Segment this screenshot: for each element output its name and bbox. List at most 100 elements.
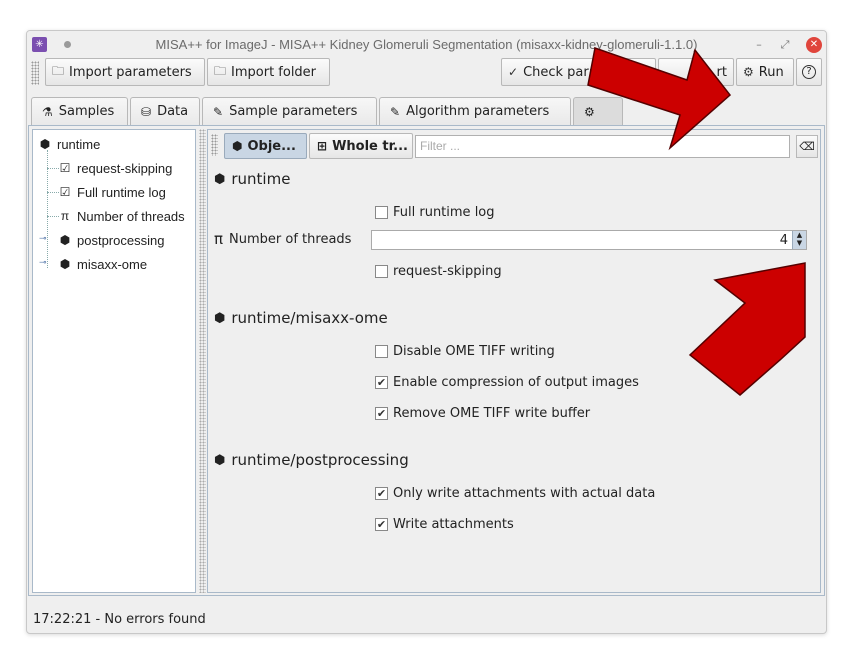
disable-ome-tiff-checkbox[interactable]: Disable OME TIFF writing [375, 341, 555, 361]
tab-sample-parameters[interactable]: ✎ Sample parameters [202, 97, 377, 125]
folder-icon: 🗀 [52, 63, 65, 78]
tab-samples-label: Samples [58, 104, 115, 119]
tree-item-request-skipping[interactable]: ☑ request-skipping [57, 157, 173, 179]
tab-data-label: Data [157, 104, 189, 119]
checkbox-label: Write attachments [393, 516, 514, 532]
checkbox-box[interactable] [375, 344, 388, 358]
number-of-threads-label: π Number of threads [214, 229, 351, 249]
cube-icon: ⬢ [232, 139, 243, 153]
expand-postprocessing-icon[interactable]: ⊸ [39, 234, 47, 244]
maximize-button[interactable]: ⤢ [777, 37, 793, 53]
tab-samples[interactable]: ⚗ Samples [31, 97, 128, 125]
backspace-icon: ⌫ [799, 140, 815, 153]
minimize-button[interactable]: – [751, 37, 767, 53]
param-label-text: Number of threads [229, 231, 352, 247]
checkbox-label: request-skipping [393, 263, 502, 279]
whole-tree-label: Whole tr... [332, 138, 408, 154]
full-runtime-log-checkbox[interactable]: Full runtime log [375, 202, 495, 222]
pencil-icon: ✎ [213, 104, 224, 119]
checkbox-label: Only write attachments with actual data [393, 485, 656, 501]
cube-icon: ⬢ [59, 257, 71, 271]
checkbox-box[interactable] [375, 264, 388, 278]
tree-item-misaxx-ome[interactable]: ⬢ misaxx-ome [57, 253, 147, 275]
tab-algorithm-parameters-label: Algorithm parameters [406, 104, 550, 119]
toolbar-grip[interactable] [31, 61, 39, 85]
tree-item-label: misaxx-ome [77, 256, 148, 272]
clear-filter-button[interactable]: ⌫ [796, 135, 818, 158]
checkbox-label: Enable compression of output images [393, 374, 639, 390]
check-icon: ✓ [508, 65, 519, 79]
cube-icon: ⬢ [214, 310, 226, 326]
checkbox-box[interactable]: ✔ [375, 486, 388, 500]
pencil-icon: ✎ [390, 104, 401, 119]
tab-sample-parameters-label: Sample parameters [229, 104, 358, 119]
tree-item-label: Full runtime log [77, 184, 166, 200]
spinner-value: 4 [779, 233, 788, 248]
help-icon: ? [802, 65, 816, 79]
checkbox-icon: ☑ [59, 161, 71, 175]
checkbox-box[interactable] [375, 205, 388, 219]
tab-data[interactable]: ⛁ Data [130, 97, 200, 125]
request-skipping-checkbox[interactable]: request-skipping [375, 261, 502, 281]
import-folder-label: Import folder [231, 64, 317, 80]
import-parameters-label: Import parameters [69, 64, 192, 80]
section-title: runtime [231, 170, 291, 188]
section-title: runtime/misaxx-ome [231, 309, 388, 327]
run-label: Run [758, 64, 784, 80]
tab-algorithm-parameters[interactable]: ✎ Algorithm parameters [379, 97, 571, 125]
folder-icon: 🗀 [214, 63, 227, 78]
run-button[interactable]: ⚙ Run [736, 58, 794, 86]
editor-toolbar-grip[interactable] [211, 134, 218, 156]
checkbox-box[interactable]: ✔ [375, 406, 388, 420]
close-button[interactable]: ✕ [806, 37, 822, 53]
objects-view-label: Obje... [247, 138, 296, 154]
database-icon: ⛁ [141, 104, 152, 119]
arrow-shape [688, 262, 806, 396]
import-parameters-button[interactable]: 🗀 Import parameters [45, 58, 205, 86]
cube-icon: ⬢ [59, 233, 71, 247]
arrow-shape [587, 47, 732, 151]
gear-icon: ⚙ [743, 65, 754, 79]
remove-write-buffer-checkbox[interactable]: ✔ Remove OME TIFF write buffer [375, 403, 590, 423]
section-misaxx-ome-heading: ⬢ runtime/misaxx-ome [214, 307, 388, 329]
help-button[interactable]: ? [796, 58, 822, 86]
splitter[interactable] [199, 129, 206, 593]
section-postprocessing-heading: ⬢ runtime/postprocessing [214, 449, 409, 471]
checkbox-box[interactable]: ✔ [375, 375, 388, 389]
tree-item-postprocessing[interactable]: ⬢ postprocessing [57, 229, 165, 251]
whole-tree-toggle[interactable]: ⊞ Whole tr... [309, 133, 413, 159]
section-runtime-heading: ⬢ runtime [214, 168, 290, 190]
cube-icon: ⬢ [214, 171, 226, 187]
annotation-arrow-bottom [688, 262, 806, 396]
tree-item-runtime[interactable]: ⬢ runtime [37, 133, 101, 155]
tree-item-label: request-skipping [77, 160, 173, 176]
checkbox-label: Full runtime log [393, 204, 495, 220]
enable-compression-checkbox[interactable]: ✔ Enable compression of output images [375, 372, 639, 392]
checkbox-box[interactable]: ✔ [375, 517, 388, 531]
annotation-arrow-top [587, 47, 732, 151]
number-of-threads-spinner[interactable]: 4 ▲ ▼ [371, 230, 807, 250]
tree-item-label: Number of threads [77, 208, 185, 224]
pi-icon: π [60, 209, 70, 223]
flask-icon: ⚗ [42, 104, 53, 119]
tree-icon: ⊞ [317, 139, 328, 153]
status-text: 17:22:21 - No errors found [33, 611, 206, 627]
spinner-arrows[interactable]: ▲ ▼ [792, 231, 806, 249]
cube-icon: ⬢ [39, 137, 51, 151]
checkbox-icon: ☑ [59, 185, 71, 199]
write-attachments-checkbox[interactable]: ✔ Write attachments [375, 514, 514, 534]
objects-view-toggle[interactable]: ⬢ Obje... [224, 133, 307, 159]
expand-misaxx-ome-icon[interactable]: ⊸ [39, 258, 47, 268]
import-folder-button[interactable]: 🗀 Import folder [207, 58, 330, 86]
tree-item-full-runtime-log[interactable]: ☑ Full runtime log [57, 181, 166, 203]
only-write-attachments-checkbox[interactable]: ✔ Only write attachments with actual dat… [375, 483, 655, 503]
status-bar: 17:22:21 - No errors found [27, 605, 826, 633]
checkbox-label: Disable OME TIFF writing [393, 343, 555, 359]
tree-item-number-of-threads[interactable]: π Number of threads [57, 205, 185, 227]
tree-item-label: postprocessing [77, 232, 165, 248]
section-title: runtime/postprocessing [231, 451, 409, 469]
checkbox-label: Remove OME TIFF write buffer [393, 405, 591, 421]
pi-icon: π [214, 230, 224, 248]
tree-item-label: runtime [57, 136, 101, 152]
parameter-tree: ⬢ runtime ☑ request-skipping ☑ Full runt… [32, 129, 196, 593]
